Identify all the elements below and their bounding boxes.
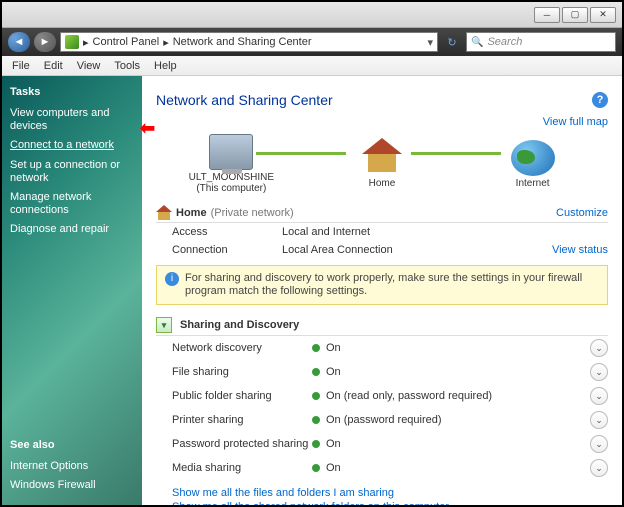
sharing-value: On (password required) xyxy=(326,414,590,426)
info-text: For sharing and discovery to work proper… xyxy=(185,272,599,298)
info-icon: i xyxy=(165,272,179,286)
sharing-row: Public folder sharing On (read only, pass… xyxy=(156,384,608,408)
computer-icon xyxy=(209,134,253,170)
address-bar[interactable]: ▸ Control Panel ▸ Network and Sharing Ce… xyxy=(60,32,438,52)
view-status-link[interactable]: View status xyxy=(552,244,608,256)
sharing-row: Media sharing On⌄ xyxy=(156,456,608,480)
breadcrumb-sep: ▸ xyxy=(83,36,89,49)
expand-button[interactable]: ⌄ xyxy=(590,363,608,381)
menu-tools[interactable]: Tools xyxy=(108,58,146,74)
maximize-button[interactable]: ▢ xyxy=(562,7,588,23)
map-label: Home xyxy=(337,178,427,189)
row-value: Local and Internet xyxy=(282,226,608,238)
sidebar-item-diagnose[interactable]: Diagnose and repair xyxy=(10,220,134,239)
status-dot-icon xyxy=(312,416,320,424)
sharing-row: Password protected sharing On⌄ xyxy=(156,432,608,456)
status-dot-icon xyxy=(312,368,320,376)
search-input[interactable]: Search xyxy=(466,32,616,52)
status-dot-icon xyxy=(312,440,320,448)
sharing-row: Network discovery On⌄ xyxy=(156,336,608,360)
row-label: Connection xyxy=(172,244,282,256)
sidebar-item-connect-network[interactable]: Connect to a network xyxy=(10,136,134,155)
sidebar-item-setup-connection[interactable]: Set up a connection or network xyxy=(10,156,134,188)
expand-button[interactable]: ⌄ xyxy=(590,435,608,453)
menu-help[interactable]: Help xyxy=(148,58,183,74)
sharing-value: On xyxy=(326,366,590,378)
expand-button[interactable]: ⌄ xyxy=(590,411,608,429)
expand-button[interactable]: ⌄ xyxy=(590,387,608,405)
help-icon[interactable]: ? xyxy=(592,92,608,108)
breadcrumb-item[interactable]: Network and Sharing Center xyxy=(173,36,312,48)
link-files-sharing[interactable]: Show me all the files and folders I am s… xyxy=(172,486,608,500)
network-map: ULT_MOONSHINE (This computer) Home Inter… xyxy=(156,134,608,194)
expander-icon[interactable]: ▾ xyxy=(156,317,172,333)
expand-button[interactable]: ⌄ xyxy=(590,459,608,477)
sidebar-item-manage-connections[interactable]: Manage network connections xyxy=(10,188,134,220)
sharing-row: Printer sharing On (password required)⌄ xyxy=(156,408,608,432)
menu-view[interactable]: View xyxy=(71,58,107,74)
sidebar-item-windows-firewall[interactable]: Windows Firewall xyxy=(10,476,134,495)
customize-link[interactable]: Customize xyxy=(556,207,608,219)
map-line xyxy=(256,152,346,155)
home-small-icon xyxy=(156,206,172,220)
map-this-computer[interactable]: ULT_MOONSHINE (This computer) xyxy=(186,134,276,194)
sharing-value: On xyxy=(326,438,590,450)
sharing-label: Password protected sharing xyxy=(172,438,312,450)
sidebar-header: Tasks xyxy=(10,86,134,98)
home-section-header: Home (Private network) xyxy=(156,206,294,220)
sidebar: Tasks View computers and devices Connect… xyxy=(2,76,142,505)
status-dot-icon xyxy=(312,392,320,400)
menu-file[interactable]: File xyxy=(6,58,36,74)
content-pane: Network and Sharing Center ? View full m… xyxy=(142,76,622,505)
control-panel-icon xyxy=(65,35,79,49)
refresh-button[interactable]: ↻ xyxy=(442,32,462,52)
row-label: Access xyxy=(172,226,282,238)
view-full-map-link[interactable]: View full map xyxy=(543,116,608,128)
menu-bar: File Edit View Tools Help xyxy=(2,56,622,76)
expand-button[interactable]: ⌄ xyxy=(590,339,608,357)
menu-edit[interactable]: Edit xyxy=(38,58,69,74)
sharing-label: Public folder sharing xyxy=(172,390,312,402)
dropdown-icon[interactable]: ▾ xyxy=(427,36,433,49)
sharing-row: File sharing On⌄ xyxy=(156,360,608,384)
close-button[interactable]: ✕ xyxy=(590,7,616,23)
map-sublabel: (This computer) xyxy=(186,183,276,194)
sharing-value: On xyxy=(326,342,590,354)
status-dot-icon xyxy=(312,344,320,352)
forward-button[interactable]: ► xyxy=(34,32,56,52)
map-label: Internet xyxy=(488,178,578,189)
sharing-label: Network discovery xyxy=(172,342,312,354)
sidebar-see-also-header: See also xyxy=(10,439,134,451)
status-dot-icon xyxy=(312,464,320,472)
map-internet[interactable]: Internet xyxy=(488,140,578,189)
sidebar-item-internet-options[interactable]: Internet Options xyxy=(10,457,134,476)
sharing-section-header: ▾ Sharing and Discovery xyxy=(156,317,299,333)
sharing-label: Media sharing xyxy=(172,462,312,474)
minimize-button[interactable]: ─ xyxy=(534,7,560,23)
window-titlebar: ─ ▢ ✕ xyxy=(2,2,622,28)
home-icon xyxy=(360,140,404,176)
info-banner: i For sharing and discovery to work prop… xyxy=(156,265,608,305)
sidebar-item-view-computers[interactable]: View computers and devices xyxy=(10,104,134,136)
map-home[interactable]: Home xyxy=(337,140,427,189)
sharing-value: On xyxy=(326,462,590,474)
sharing-value: On (read only, password required) xyxy=(326,390,590,402)
breadcrumb-item[interactable]: Control Panel xyxy=(93,36,160,48)
sharing-label: Printer sharing xyxy=(172,414,312,426)
sharing-label: File sharing xyxy=(172,366,312,378)
globe-icon xyxy=(511,140,555,176)
page-title: Network and Sharing Center xyxy=(156,92,333,108)
row-value: Local Area Connection xyxy=(282,244,552,256)
link-shared-folders[interactable]: Show me all the shared network folders o… xyxy=(172,500,608,505)
navigation-bar: ◄ ► ▸ Control Panel ▸ Network and Sharin… xyxy=(2,28,622,56)
back-button[interactable]: ◄ xyxy=(8,32,30,52)
breadcrumb-sep: ▸ xyxy=(163,36,169,49)
map-line xyxy=(411,152,501,155)
